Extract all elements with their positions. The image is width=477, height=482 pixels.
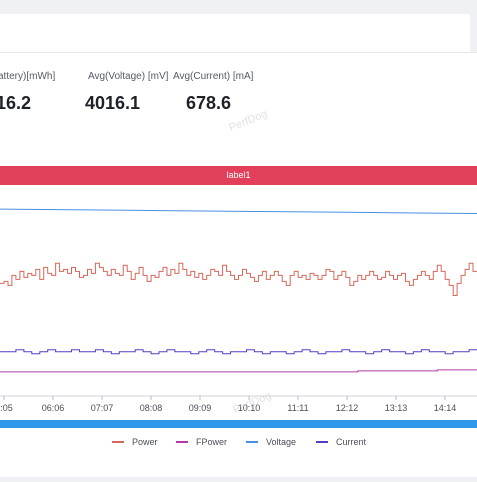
current-series [0,349,477,355]
label-bar[interactable]: label1 [0,166,477,185]
stat-current-value: 678.6 [186,93,232,113]
x-tick-label: 09:09 [189,403,212,413]
stat-current: Avg(Current) [mA] 678.6 [173,71,254,113]
x-tick-label: 12:12 [336,403,359,413]
time-scrollbar[interactable] [0,420,477,428]
watermark: PerfDog [227,107,270,135]
stats-panel: attery)[mWh] 16.2 Avg(Voltage) [mV] 4016… [0,52,477,168]
x-tick-label: 06:06 [42,403,65,413]
perf-report-card: attery)[mWh] 16.2 Avg(Voltage) [mV] 4016… [0,0,477,477]
x-tick-label: 11:11 [287,403,308,413]
chart-legend: Power FPower Voltage Current [112,437,367,447]
stat-voltage-value: 4016.1 [85,93,141,113]
power-line [0,262,477,296]
x-tick-label: 08:08 [140,403,163,413]
voltage-line [0,208,477,214]
stat-battery-label: attery)[mWh] [0,71,56,82]
fpower-line [0,369,477,373]
legend-label-power[interactable]: Power [132,437,158,447]
x-tick-label: 13:13 [385,403,408,413]
legend-label-voltage[interactable]: Voltage [266,437,296,447]
stat-current-label: Avg(Current) [mA] [173,71,254,82]
chart-area: 5:0506:0607:0708:0809:0910:1011:1112:121… [0,185,477,477]
line-chart: 5:0506:0607:0708:0809:0910:1011:1112:121… [0,208,477,447]
x-tick-label: 5:05 [0,403,13,413]
legend-label-current[interactable]: Current [336,437,367,447]
stat-voltage: Avg(Voltage) [mV] 4016.1 [85,71,169,113]
stat-battery-value: 16.2 [0,93,32,113]
x-axis-ticks: 5:0506:0607:0708:0809:0910:1011:1112:121… [0,396,456,413]
stat-voltage-label: Avg(Voltage) [mV] [88,71,169,82]
legend-label-fpower[interactable]: FPower [196,437,227,447]
current-line [0,349,477,355]
power-series [0,262,477,296]
x-tick-label: 14:14 [434,403,457,413]
stat-battery: attery)[mWh] 16.2 [0,71,56,113]
voltage-series [0,208,477,214]
fpower-series [0,369,477,373]
x-tick-label: 07:07 [91,403,114,413]
